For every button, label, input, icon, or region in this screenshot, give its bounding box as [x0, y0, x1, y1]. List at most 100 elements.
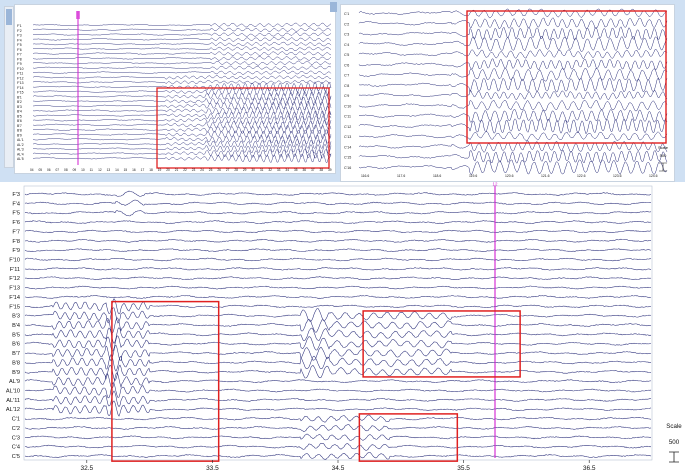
- x-tick-label: 05: [39, 168, 43, 172]
- x-tick-label: 13: [107, 168, 111, 172]
- eeg-trace: [358, 118, 668, 135]
- channel-label: C'8: [344, 84, 349, 88]
- eeg-main-panel: F'3 F'4 F'5 F'6 F'7 F'8 F'9 F'10 F'11 F'12 F'13 F'1…: [0, 182, 685, 474]
- channel-label: C'2: [12, 426, 20, 432]
- eeg-zoom-panel: C'1 C'2 C'3 C'4 C'5 C'6 C'7 C'8 C'9 C'10 C'11 C'12 C…: [340, 4, 675, 182]
- x-tick-label: 119.6: [469, 174, 477, 178]
- x-tick-label: 34.5: [332, 465, 345, 472]
- channel-label: B'3: [17, 105, 22, 109]
- scale-label: Scale: [666, 423, 682, 430]
- channel-label: F'13: [17, 81, 24, 85]
- x-tick-label: 06: [47, 168, 51, 172]
- channel-label: F'6: [17, 48, 22, 52]
- channel-label: AL'11: [6, 398, 20, 404]
- channel-label: B'6: [12, 342, 20, 348]
- channel-label: F'1: [17, 24, 22, 28]
- x-tick-label: 04: [30, 168, 34, 172]
- scale-bar-icon: [659, 162, 667, 172]
- channel-label: AL'2: [17, 143, 24, 147]
- channel-label: C'5: [12, 454, 20, 460]
- channel-label: C'1: [344, 12, 349, 16]
- eeg-trace: [358, 35, 668, 52]
- x-tick-label: 11: [90, 168, 94, 172]
- x-tick-label: 118.6: [433, 174, 441, 178]
- cursor-label: 12: [492, 182, 498, 187]
- channel-label: F'4: [17, 38, 22, 42]
- channel-label: C'15: [344, 156, 351, 160]
- cursor-handle: [76, 11, 80, 19]
- x-tick-label: 14: [115, 168, 119, 172]
- x-tick-label: 32: [268, 168, 272, 172]
- x-tick-label: 120.6: [505, 174, 514, 178]
- channel-label: B'2: [17, 100, 22, 104]
- channel-label: F'12: [17, 76, 24, 80]
- channel-label: B'8: [17, 129, 22, 133]
- channel-label: AL'4: [17, 152, 24, 156]
- eeg-trace: [358, 109, 668, 123]
- channel-label: B'7: [17, 124, 22, 128]
- channel-label: F'6: [12, 220, 20, 226]
- channel-label: F'9: [12, 248, 20, 254]
- x-tick-label: 30: [251, 168, 255, 172]
- eeg-trace: [358, 76, 668, 93]
- channel-label: C'13: [344, 135, 351, 139]
- channel-label: B'1: [17, 95, 22, 99]
- x-tick-label: 27: [226, 168, 230, 172]
- x-tick-label: 122.6: [577, 174, 586, 178]
- x-tick-label: 18: [149, 168, 153, 172]
- channel-label: F'8: [17, 57, 22, 61]
- eeg-trace: [358, 67, 668, 82]
- x-tick-label: 29: [243, 168, 247, 172]
- scale-value: 500: [669, 439, 680, 446]
- channel-label: AL'12: [6, 407, 20, 413]
- channel-label: F'7: [12, 229, 20, 235]
- channel-label: C'9: [344, 94, 349, 98]
- channel-label: F'10: [9, 258, 20, 264]
- scroll-thumb[interactable]: [6, 9, 12, 25]
- channel-label: AL'1: [17, 138, 24, 142]
- channel-label: F'8: [12, 239, 20, 245]
- x-tick-label: 39: [328, 168, 332, 172]
- main-traces: F'3 F'4 F'5 F'6 F'7 F'8 F'9 F'10 F'11 F'12 F'13 F'1…: [6, 182, 682, 472]
- eeg-trace: [358, 159, 668, 175]
- scroll-thumb-right[interactable]: [330, 2, 337, 12]
- x-tick-label: 26: [217, 168, 221, 172]
- x-tick-label: 34: [285, 168, 289, 172]
- x-tick-label: 08: [64, 168, 68, 172]
- channel-label: C'4: [12, 445, 20, 451]
- channel-label: B'6: [17, 119, 22, 123]
- channel-label: B'4: [12, 323, 20, 329]
- channel-label: F'14: [9, 295, 20, 301]
- channel-label: F'12: [9, 276, 20, 282]
- channel-label: F'11: [17, 72, 23, 76]
- vertical-scrollbar-left[interactable]: [4, 6, 14, 168]
- eeg-overview-panel: F'1 F'2 F'3 F'4 F'5 F'6 F'7 F'8 F'9 F'10 F'11 F'12 F…: [14, 4, 336, 174]
- x-tick-label: 24: [200, 168, 204, 172]
- eeg-trace: [358, 8, 668, 19]
- channel-label: F'15: [9, 304, 20, 310]
- x-tick-label: 10: [81, 168, 85, 172]
- channel-label: AL'10: [6, 389, 20, 395]
- eeg-trace: [358, 131, 668, 142]
- eeg-trace: [359, 90, 668, 101]
- channel-label: F'7: [17, 53, 22, 57]
- channel-label: AL'3: [17, 148, 24, 152]
- x-tick-label: 22: [183, 168, 187, 172]
- channel-label: C'1: [12, 417, 20, 423]
- x-tick-label: 36: [302, 168, 306, 172]
- x-tick-label: 124.6: [649, 174, 658, 178]
- zoom-traces: C'1 C'2 C'3 C'4 C'5 C'6 C'7 C'8 C'9 C'10 C'11 C'12 C…: [344, 8, 669, 178]
- channel-label: C'14: [344, 145, 351, 149]
- channel-label: B'9: [17, 133, 22, 137]
- x-tick-label: 25: [209, 168, 213, 172]
- channel-label: B'3: [12, 314, 20, 320]
- scale-value: 500: [660, 153, 667, 158]
- channel-label: F'15: [17, 91, 24, 95]
- channel-label: B'4: [17, 110, 22, 114]
- channel-label: C'7: [344, 74, 349, 78]
- x-tick-label: 16: [132, 168, 136, 172]
- x-tick-label: 35: [294, 168, 298, 172]
- x-tick-label: 20: [166, 168, 170, 172]
- channel-label: B'5: [17, 114, 22, 118]
- channel-label: C'3: [344, 33, 349, 37]
